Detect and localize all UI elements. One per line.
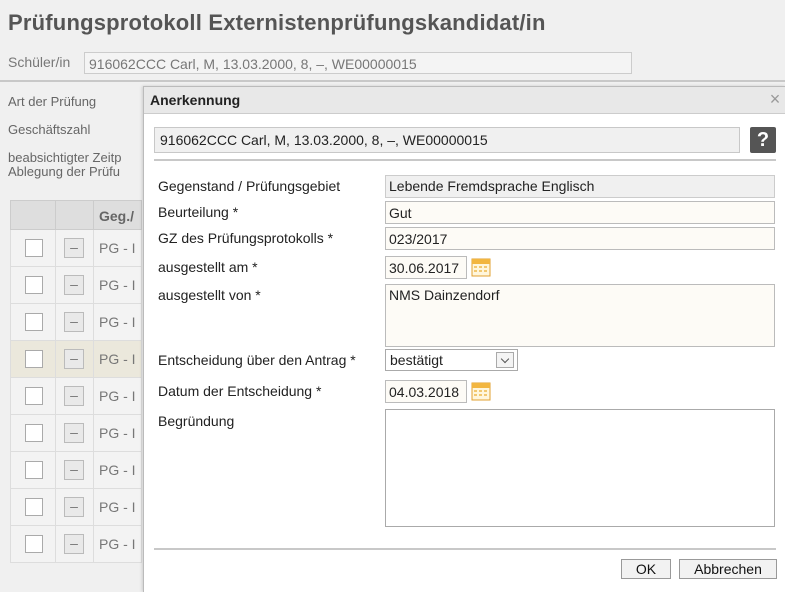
row-checkbox[interactable]: [25, 535, 43, 553]
row-separator: [93, 489, 94, 525]
remove-row-button[interactable]: –: [64, 423, 84, 443]
row-separator: [55, 230, 56, 266]
table-row[interactable]: – PG - I: [10, 230, 142, 267]
remove-row-button[interactable]: –: [64, 238, 84, 258]
row-gegenstand: PG - I: [99, 351, 136, 367]
row-checkbox[interactable]: [25, 239, 43, 257]
row-checkbox[interactable]: [25, 461, 43, 479]
table-row[interactable]: – PG - I: [10, 267, 142, 304]
row-separator: [93, 378, 94, 414]
dialog-title: Anerkennung: [150, 92, 241, 108]
row-separator: [93, 267, 94, 303]
calendar-icon[interactable]: [471, 381, 491, 401]
beurteilung-label: Beurteilung *: [158, 204, 239, 220]
row-gegenstand: PG - I: [99, 277, 136, 293]
dialog-student-field: 916062CCC Carl, M, 13.03.2000, 8, –, WE0…: [154, 127, 740, 153]
gegenstand-field: Lebende Fremdsprache Englisch: [385, 175, 775, 198]
row-checkbox[interactable]: [25, 276, 43, 294]
row-separator: [55, 378, 56, 414]
remove-row-button[interactable]: –: [64, 497, 84, 517]
row-gegenstand: PG - I: [99, 425, 136, 441]
row-gegenstand: PG - I: [99, 499, 136, 515]
entscheidung-label: Entscheidung über den Antrag *: [158, 352, 356, 368]
header-separator: [93, 201, 94, 229]
begruendung-label: Begründung: [158, 413, 235, 429]
table-row[interactable]: – PG - I: [10, 489, 142, 526]
row-separator: [93, 230, 94, 266]
row-separator: [93, 415, 94, 451]
ok-button[interactable]: OK: [621, 559, 671, 579]
entscheidung-selected-value: bestätigt: [390, 352, 443, 368]
ausgestellt-am-label: ausgestellt am *: [158, 259, 258, 275]
row-checkbox[interactable]: [25, 498, 43, 516]
row-separator: [93, 304, 94, 340]
pruefungsgebiete-table: Geg./ – PG - I – PG - I – PG - I – PG - I – PG - …: [10, 200, 142, 563]
row-checkbox[interactable]: [25, 424, 43, 442]
remove-row-button[interactable]: –: [64, 386, 84, 406]
row-separator: [55, 489, 56, 525]
row-separator: [55, 526, 56, 562]
row-gegenstand: PG - I: [99, 462, 136, 478]
table-row[interactable]: – PG - I: [10, 452, 142, 489]
row-separator: [93, 526, 94, 562]
row-separator: [55, 341, 56, 377]
table-row[interactable]: – PG - I: [10, 304, 142, 341]
row-gegenstand: PG - I: [99, 536, 136, 552]
close-icon[interactable]: ×: [768, 90, 782, 108]
table-row[interactable]: – PG - I: [10, 341, 142, 378]
row-gegenstand: PG - I: [99, 314, 136, 330]
row-separator: [55, 267, 56, 303]
remove-row-button[interactable]: –: [64, 349, 84, 369]
page-title: Prüfungsprotokoll Externistenprüfungskan…: [8, 10, 546, 35]
zeitpunkt-label: beabsichtigter Zeitp Ablegung der Prüfu: [8, 151, 143, 179]
row-gegenstand: PG - I: [99, 240, 136, 256]
row-separator: [55, 452, 56, 488]
dialog-titlebar[interactable]: Anerkennung ×: [144, 87, 785, 114]
zeitpunkt-label-line1: beabsichtigter Zeitp: [8, 151, 122, 165]
entscheidung-select[interactable]: bestätigt: [385, 349, 518, 371]
ausgestellt-am-input[interactable]: [385, 256, 467, 279]
geschaeftszahl-label: Geschäftszahl: [8, 122, 91, 137]
student-field: 916062CCC Carl, M, 13.03.2000, 8, –, WE0…: [84, 52, 632, 74]
table-row[interactable]: – PG - I: [10, 378, 142, 415]
datum-input[interactable]: [385, 380, 467, 403]
row-separator: [93, 341, 94, 377]
calendar-icon[interactable]: [471, 257, 491, 277]
zeitpunkt-label-line2: Ablegung der Prüfu: [8, 164, 121, 179]
remove-row-button[interactable]: –: [64, 460, 84, 480]
row-gegenstand: PG - I: [99, 388, 136, 404]
remove-row-button[interactable]: –: [64, 275, 84, 295]
gz-label: GZ des Prüfungsprotokolls *: [158, 230, 334, 246]
help-button[interactable]: ?: [750, 127, 776, 153]
anerkennung-dialog: Anerkennung × 916062CCC Carl, M, 13.03.2…: [143, 86, 785, 592]
ausgestellt-von-textarea[interactable]: NMS Dainzendorf: [385, 284, 775, 347]
row-checkbox[interactable]: [25, 387, 43, 405]
chevron-down-icon[interactable]: [496, 352, 514, 368]
ausgestellt-von-label: ausgestellt von *: [158, 287, 261, 303]
header-divider: [0, 80, 785, 82]
header-separator: [55, 201, 56, 229]
column-header-gegenstand[interactable]: Geg./: [99, 208, 134, 224]
row-separator: [55, 304, 56, 340]
remove-row-button[interactable]: –: [64, 534, 84, 554]
remove-row-button[interactable]: –: [64, 312, 84, 332]
dialog-divider: [154, 159, 776, 161]
row-separator: [55, 415, 56, 451]
datum-label: Datum der Entscheidung *: [158, 383, 322, 399]
row-checkbox[interactable]: [25, 313, 43, 331]
art-der-pruefung-label: Art der Prüfung: [8, 94, 97, 109]
cancel-button[interactable]: Abbrechen: [679, 559, 777, 579]
table-row[interactable]: – PG - I: [10, 415, 142, 452]
row-checkbox[interactable]: [25, 350, 43, 368]
begruendung-textarea[interactable]: [385, 409, 775, 527]
table-row[interactable]: – PG - I: [10, 526, 142, 563]
row-separator: [93, 452, 94, 488]
beurteilung-input[interactable]: [385, 201, 775, 224]
gz-input[interactable]: [385, 227, 775, 250]
table-header: Geg./: [10, 200, 142, 230]
gegenstand-label: Gegenstand / Prüfungsgebiet: [158, 178, 341, 194]
footer-divider: [154, 548, 776, 550]
student-label: Schüler/in: [8, 54, 71, 70]
